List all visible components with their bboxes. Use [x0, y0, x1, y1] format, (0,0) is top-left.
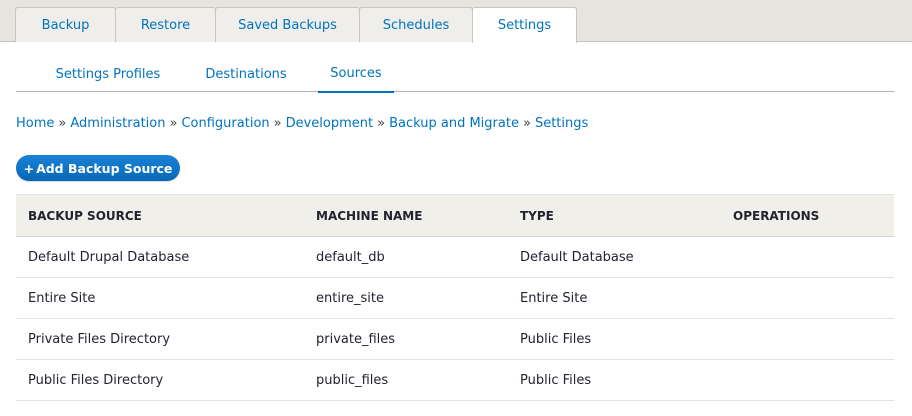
tab-saved-backups[interactable]: Saved Backups — [215, 7, 360, 42]
type-cell: Entire Site — [508, 277, 721, 319]
plus-icon: + — [23, 160, 35, 176]
column-header-operations: OPERATIONS — [721, 194, 894, 237]
subtab-sources[interactable]: Sources — [318, 56, 394, 93]
sources-table: BACKUP SOURCE MACHINE NAME TYPE OPERATIO… — [16, 194, 894, 401]
table-body: Default Drupal Database default_db Defau… — [16, 236, 894, 401]
breadcrumb-settings[interactable]: Settings — [535, 116, 588, 131]
subtab-settings-profiles[interactable]: Settings Profiles — [30, 56, 186, 92]
type-cell: Public Files — [508, 318, 721, 360]
add-backup-source-label: Add Backup Source — [36, 160, 173, 176]
table-row: Private Files Directory private_files Pu… — [16, 318, 894, 360]
source-name-cell: Default Drupal Database — [16, 236, 304, 278]
source-name-cell: Entire Site — [16, 277, 304, 319]
type-cell: Public Files — [508, 359, 721, 401]
column-header-type: TYPE — [508, 194, 721, 237]
tab-settings[interactable]: Settings — [472, 7, 577, 43]
operations-cell — [721, 318, 894, 360]
operations-cell — [721, 236, 894, 278]
operations-cell — [721, 277, 894, 319]
machine-name-cell: default_db — [304, 236, 508, 278]
source-name-cell: Private Files Directory — [16, 318, 304, 360]
breadcrumb: Home» Administration» Configuration» Develo… — [16, 116, 588, 131]
breadcrumb-configuration[interactable]: Configuration — [181, 116, 269, 131]
type-cell: Default Database — [508, 236, 721, 278]
source-name-cell: Public Files Directory — [16, 359, 304, 401]
tab-restore[interactable]: Restore — [115, 7, 216, 42]
breadcrumb-backup-and-migrate[interactable]: Backup and Migrate — [389, 116, 519, 131]
table-row: Default Drupal Database default_db Defau… — [16, 236, 894, 278]
breadcrumb-development[interactable]: Development — [286, 116, 374, 131]
operations-cell — [721, 359, 894, 401]
machine-name-cell: public_files — [304, 359, 508, 401]
primary-tabs: Backup Restore Saved Backups Schedules S… — [0, 0, 912, 43]
table-row: Entire Site entire_site Entire Site — [16, 277, 894, 319]
tab-backup[interactable]: Backup — [15, 7, 116, 42]
machine-name-cell: entire_site — [304, 277, 508, 319]
column-header-backup-source: BACKUP SOURCE — [16, 194, 304, 237]
breadcrumb-separator: » — [377, 116, 386, 131]
breadcrumb-home[interactable]: Home — [16, 116, 54, 131]
machine-name-cell: private_files — [304, 318, 508, 360]
breadcrumb-separator: » — [273, 116, 282, 131]
breadcrumb-separator: » — [58, 116, 67, 131]
breadcrumb-separator: » — [522, 116, 531, 131]
secondary-tabs: Settings Profiles Destinations Sources — [16, 56, 894, 93]
add-backup-source-button[interactable]: + Add Backup Source — [16, 155, 180, 181]
column-header-machine-name: MACHINE NAME — [304, 194, 508, 237]
breadcrumb-separator: » — [169, 116, 178, 131]
breadcrumb-administration[interactable]: Administration — [70, 116, 165, 131]
tab-schedules[interactable]: Schedules — [359, 7, 473, 42]
table-header-row: BACKUP SOURCE MACHINE NAME TYPE OPERATIO… — [16, 194, 894, 237]
table-row: Public Files Directory public_files Publ… — [16, 359, 894, 401]
table-header: BACKUP SOURCE MACHINE NAME TYPE OPERATIO… — [16, 194, 894, 237]
subtab-destinations[interactable]: Destinations — [184, 56, 308, 92]
